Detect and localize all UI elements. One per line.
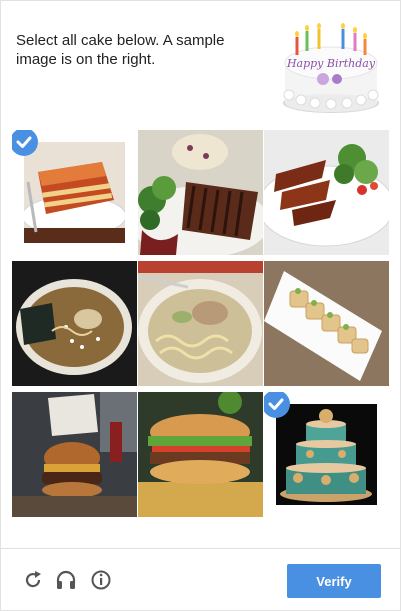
ramen-noodles-image (138, 261, 263, 386)
steak-image (138, 130, 263, 255)
image-tile-sandwich[interactable] (138, 392, 263, 517)
sample-image: Happy Birthday (283, 23, 379, 113)
sandwich-image (138, 392, 263, 517)
dumplings-image (264, 261, 389, 386)
image-tile-dumplings[interactable] (264, 261, 389, 386)
image-tile-cake[interactable] (264, 392, 389, 517)
image-tile-ramen-nori[interactable] (12, 261, 137, 386)
reload-icon[interactable] (22, 569, 44, 591)
image-tile-burger[interactable] (12, 392, 137, 517)
ribs-image (264, 130, 389, 255)
tiered-cake-image (276, 404, 377, 505)
verify-button[interactable]: Verify (287, 564, 381, 598)
selected-check-icon (12, 130, 38, 156)
ramen-nori-image (12, 261, 137, 386)
image-tile-lasagna[interactable] (12, 130, 137, 255)
image-tile-ramen-noodles[interactable] (138, 261, 263, 386)
lasagna-image (24, 142, 125, 243)
image-tile-steak[interactable] (138, 130, 263, 255)
burger-image (12, 392, 137, 517)
info-icon[interactable] (90, 569, 112, 591)
sample-caption: Happy Birthday (286, 57, 376, 70)
instruction-text: Select all cake below. A sample image is… (16, 32, 225, 68)
footer-divider (1, 548, 400, 549)
captcha-widget: Select all cake below. A sample image is… (0, 0, 401, 611)
selected-check-icon (264, 392, 290, 418)
image-tile-ribs[interactable] (264, 130, 389, 255)
headphones-icon[interactable] (55, 569, 77, 591)
